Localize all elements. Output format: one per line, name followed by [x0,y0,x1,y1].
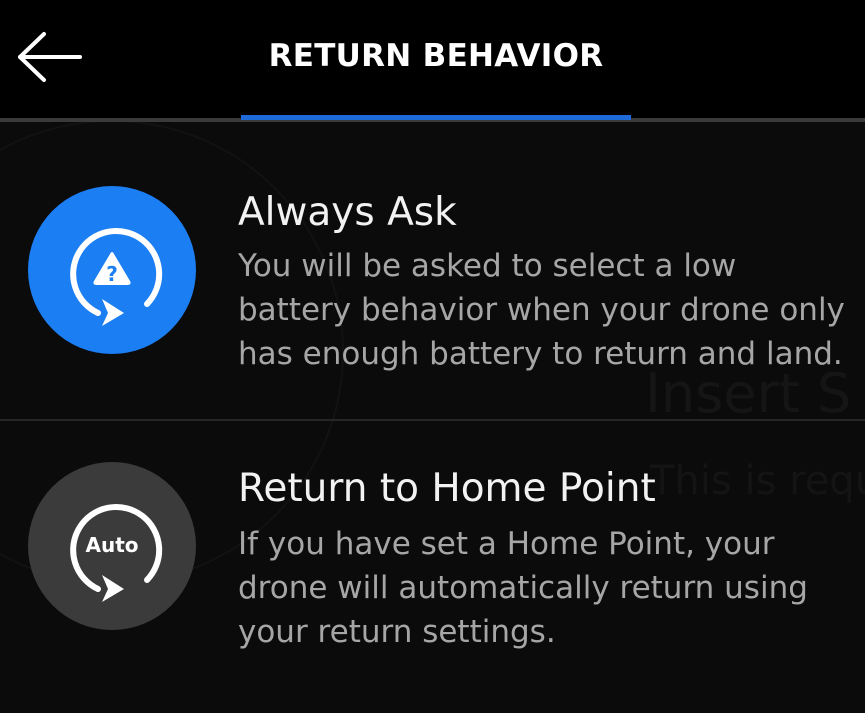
return-behavior-screen: Insert S This is requir RETURN BEHAVIOR … [0,0,865,713]
option-return-to-home[interactable]: Auto Return to Home Point If you have se… [0,420,865,713]
option-title: Return to Home Point [238,466,656,511]
svg-text:Auto: Auto [85,533,138,557]
option-title: Always Ask [238,190,457,235]
arrow-left-icon [18,32,82,82]
page-title: RETURN BEHAVIOR [268,38,604,74]
active-tab-indicator [241,115,631,120]
option-always-ask[interactable]: ? Always Ask You will be asked to select… [0,122,865,419]
svg-text:?: ? [106,262,118,286]
option-description: If you have set a Home Point, your drone… [238,526,808,650]
option-description: You will be asked to select a low batter… [238,248,845,372]
back-button[interactable] [14,30,84,84]
auto-return-icon: Auto [28,462,196,630]
always-ask-icon: ? [28,186,196,354]
header-bar: RETURN BEHAVIOR [0,0,865,118]
